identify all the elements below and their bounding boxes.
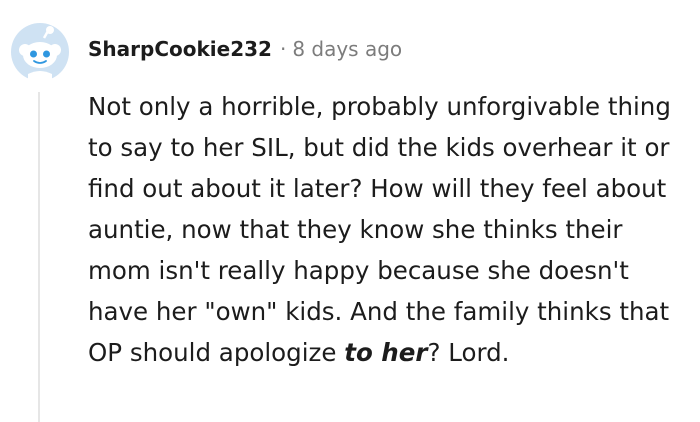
comment-body: Not only a horrible, probably unforgivab… bbox=[88, 86, 688, 373]
reddit-snoo-avatar-icon bbox=[11, 23, 69, 82]
separator: · bbox=[279, 37, 287, 61]
comment-text-part2: ? Lord. bbox=[427, 338, 510, 367]
comment-meta: SharpCookie232 · 8 days ago bbox=[88, 33, 402, 65]
username[interactable]: SharpCookie232 bbox=[88, 37, 272, 61]
comment-text-emphasis: to her bbox=[344, 338, 428, 367]
comment-text-part1: Not only a horrible, probably unforgivab… bbox=[88, 92, 671, 367]
comment-text: Not only a horrible, probably unforgivab… bbox=[88, 86, 688, 373]
avatar[interactable] bbox=[10, 22, 70, 82]
thread-line[interactable] bbox=[38, 92, 40, 422]
timestamp[interactable]: 8 days ago bbox=[292, 37, 402, 61]
